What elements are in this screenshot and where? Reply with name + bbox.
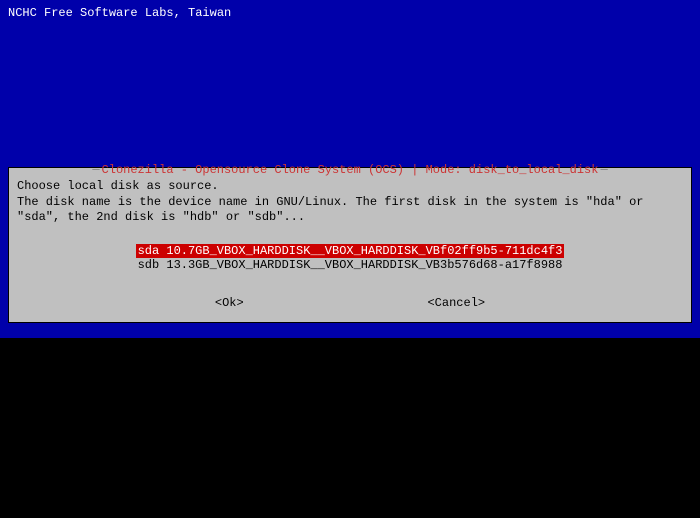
instruction-text: Choose local disk as source. The disk na… [13,179,687,226]
button-row: <Ok> <Cancel> [13,296,687,310]
disk-item-sdb[interactable]: sdb 13.3GB_VBOX_HARDDISK__VBOX_HARDDISK_… [136,258,565,272]
instruction-line-1: Choose local disk as source. [17,179,683,195]
disk-item-sda[interactable]: sda 10.7GB_VBOX_HARDDISK__VBOX_HARDDISK_… [136,244,565,258]
dialog-box: Clonezilla - Opensource Clone System (OC… [8,167,692,323]
terminal-area [0,338,700,518]
header-text: NCHC Free Software Labs, Taiwan [8,6,231,20]
instruction-line-2: The disk name is the device name in GNU/… [17,195,683,226]
ok-button[interactable]: <Ok> [213,296,246,310]
dialog-title: Clonezilla - Opensource Clone System (OC… [13,163,687,177]
disk-list: sda 10.7GB_VBOX_HARDDISK__VBOX_HARDDISK_… [13,244,687,272]
cancel-button[interactable]: <Cancel> [425,296,487,310]
